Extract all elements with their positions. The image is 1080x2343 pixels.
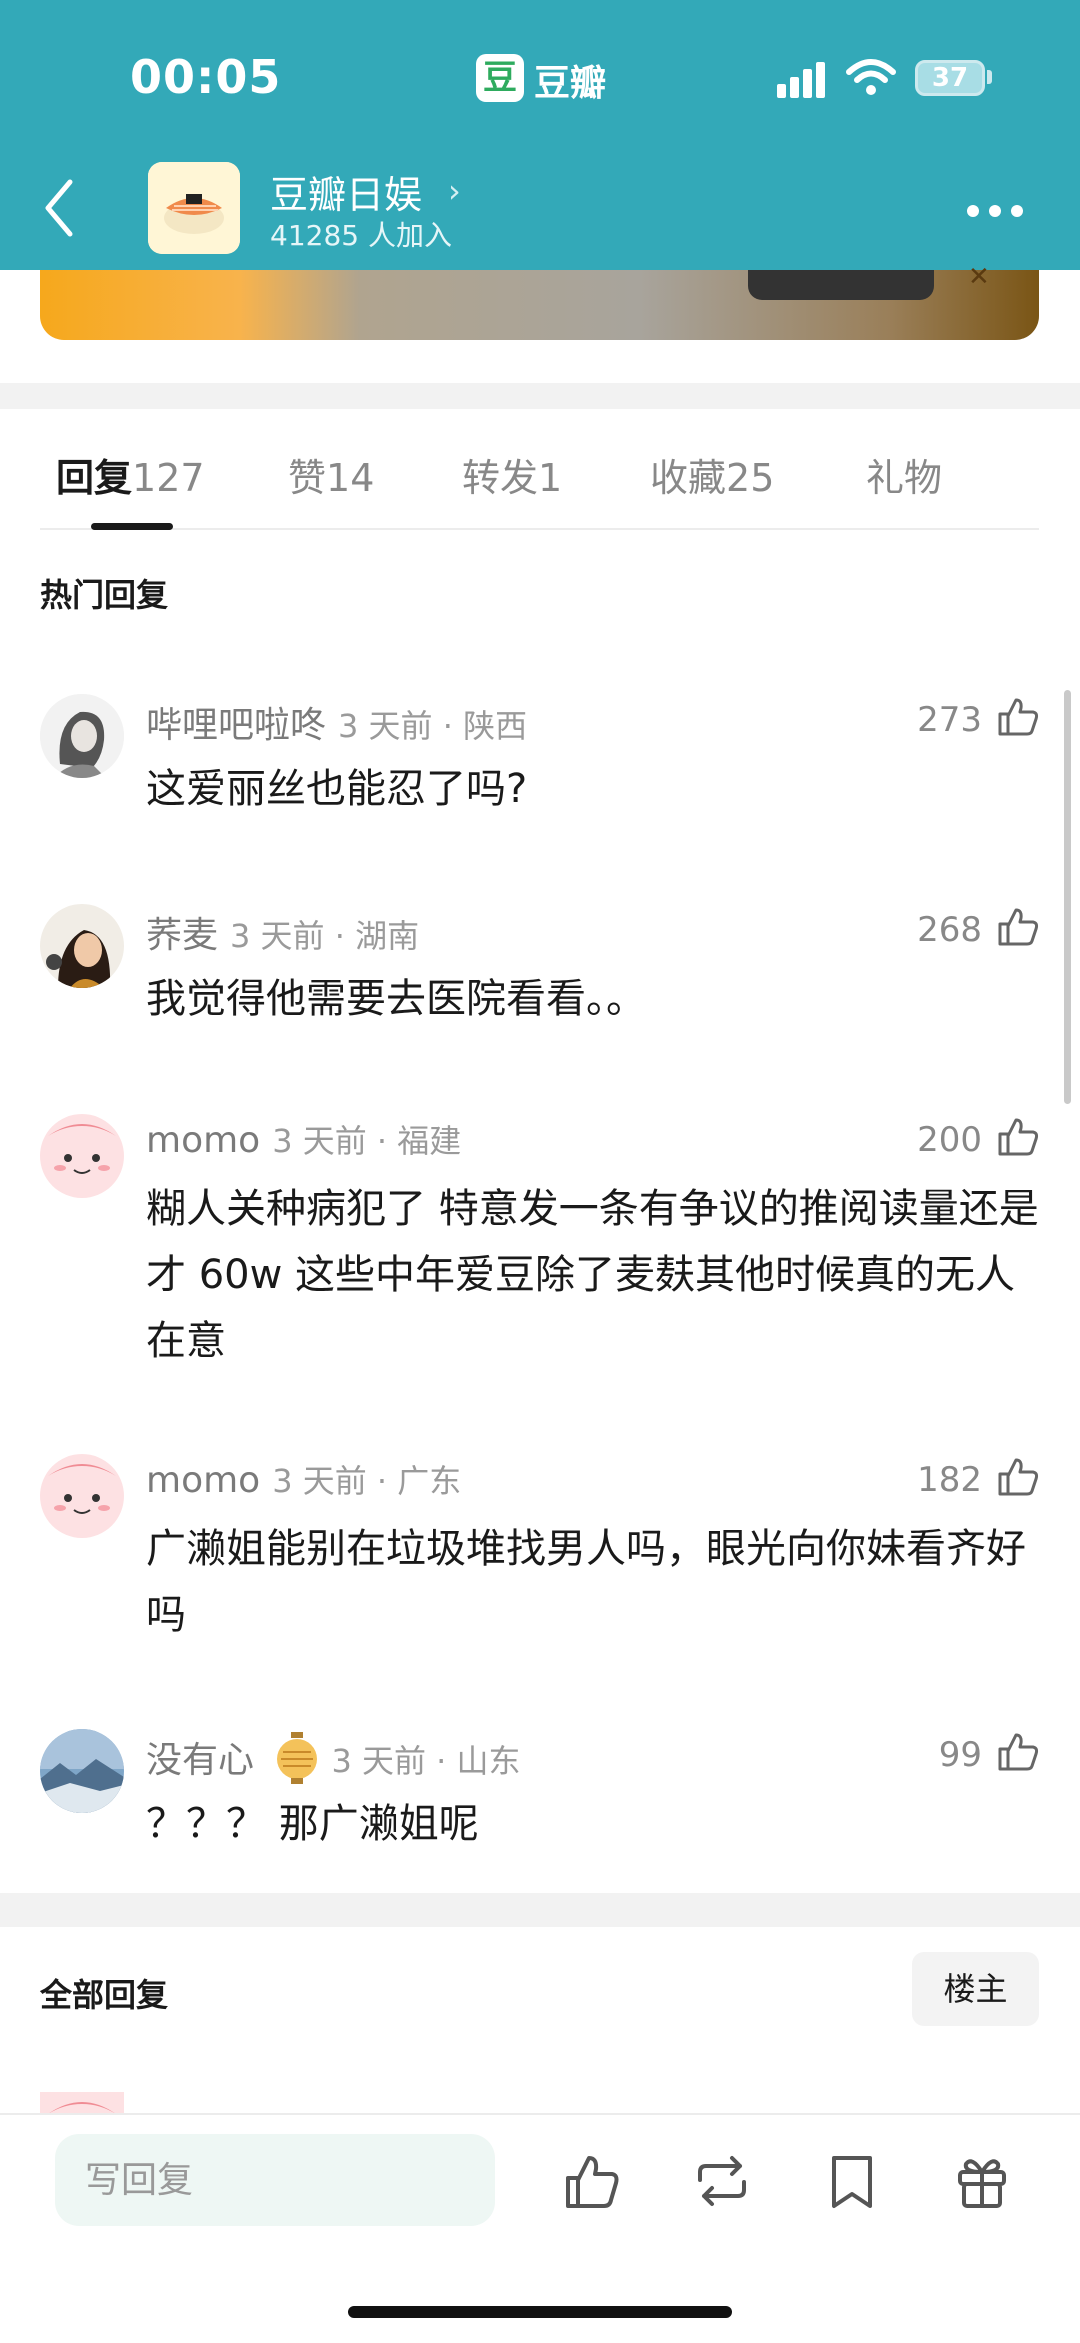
- thumb-up-icon[interactable]: [996, 694, 1040, 738]
- like-count: 268: [917, 910, 982, 950]
- back-icon[interactable]: [40, 176, 80, 240]
- avatar-image: [40, 1729, 124, 1813]
- username[interactable]: momo: [146, 1120, 260, 1161]
- app-name: 豆瓣: [534, 63, 607, 104]
- repost-icon[interactable]: [692, 2150, 752, 2212]
- avatar-image: [40, 1114, 124, 1198]
- comment-meta: 3 天前 · 广东: [272, 1462, 462, 1500]
- thumb-up-icon[interactable]: [996, 904, 1040, 948]
- battery-indicator: 37: [915, 60, 985, 96]
- comment-username[interactable]: 没有心 3 天前 · 山东: [146, 1731, 521, 1784]
- avatar[interactable]: [40, 904, 124, 988]
- comment-meta: 3 天前 · 陕西: [338, 707, 528, 745]
- tab-count: 14: [326, 456, 375, 500]
- username[interactable]: 荞麦: [146, 915, 218, 956]
- avatar[interactable]: [40, 694, 124, 778]
- battery-level: 37: [931, 63, 969, 93]
- battery-tip: [987, 70, 992, 84]
- comment-username[interactable]: 荞麦 3 天前 · 湖南: [146, 906, 419, 958]
- tab-likes[interactable]: 赞14: [288, 447, 374, 502]
- thumb-up-icon[interactable]: [562, 2150, 622, 2212]
- hot-replies-title: 热门回复: [40, 576, 169, 614]
- bookmark-icon[interactable]: [822, 2150, 882, 2212]
- section-divider: [0, 1893, 1080, 1927]
- wifi-icon: [846, 59, 896, 95]
- scrollbar[interactable]: [1064, 690, 1071, 1104]
- tab-label: 回复: [56, 456, 133, 500]
- group-member-count: 41285 人加入: [270, 219, 452, 252]
- tab-reposts[interactable]: 转发1: [462, 447, 562, 502]
- chevron-right-icon[interactable]: ›: [448, 172, 461, 210]
- tab-replies[interactable]: 回复127: [56, 447, 205, 502]
- thumb-up-icon[interactable]: [996, 1114, 1040, 1158]
- tab-active-indicator: [91, 523, 173, 530]
- more-icon[interactable]: [965, 195, 1025, 225]
- tab-label: 礼物: [866, 456, 943, 500]
- lantern-icon: [277, 1732, 318, 1784]
- sushi-icon: [148, 162, 240, 254]
- comment-username[interactable]: momo 3 天前 · 广东: [146, 1456, 461, 1502]
- thumb-up-icon[interactable]: [996, 1454, 1040, 1498]
- tab-divider: [40, 528, 1039, 530]
- tab-count: 25: [726, 456, 775, 500]
- avatar-image: [40, 904, 124, 988]
- like-count: 99: [938, 1735, 982, 1775]
- like-count: 273: [917, 700, 982, 740]
- tab-count: 127: [132, 456, 205, 500]
- reply-input[interactable]: [55, 2134, 495, 2226]
- comment-text: 我觉得他需要去医院看看。。: [146, 976, 646, 1022]
- username[interactable]: 哔哩吧啦咚: [146, 705, 326, 746]
- tab-count: 1: [538, 456, 563, 500]
- comment-meta: 3 天前 · 福建: [272, 1122, 462, 1160]
- comment-meta: 3 天前 · 湖南: [230, 917, 420, 955]
- avatar-image: [40, 2092, 124, 2114]
- gift-icon[interactable]: [952, 2150, 1012, 2212]
- thumb-up-icon[interactable]: [996, 1729, 1040, 1773]
- group-name[interactable]: 豆瓣日娱: [270, 164, 422, 219]
- signal-icon: [777, 62, 825, 98]
- tab-label: 收藏: [650, 456, 727, 500]
- comment-text: ？？？ 那广濑姐呢: [146, 1801, 479, 1847]
- tab-label: 转发: [462, 456, 539, 500]
- comment-username[interactable]: 哔哩吧啦咚 3 天前 · 陕西: [146, 696, 527, 748]
- avatar[interactable]: [40, 1114, 124, 1198]
- tab-gifts[interactable]: 礼物: [866, 447, 942, 502]
- comment-text: 糊人关种病犯了 特意发一条有争议的推阅读量还是才 60w 这些中年爱豆除了麦麸其…: [146, 1186, 1039, 1364]
- all-replies-title: 全部回复: [40, 1976, 169, 2014]
- douban-logo-icon: 豆: [476, 54, 524, 102]
- avatar[interactable]: [40, 1454, 124, 1538]
- avatar-image: [40, 694, 124, 778]
- avatar: [40, 2092, 124, 2114]
- tab-label: 赞: [288, 456, 327, 500]
- username[interactable]: 没有心: [146, 1740, 254, 1781]
- ad-download-button[interactable]: [748, 270, 934, 300]
- avatar[interactable]: [40, 1729, 124, 1813]
- tab-collections[interactable]: 收藏25: [650, 447, 774, 502]
- group-avatar[interactable]: [148, 162, 240, 254]
- username[interactable]: momo: [146, 1460, 260, 1501]
- like-count: 182: [917, 1460, 982, 1500]
- comment-meta: 3 天前 · 山东: [331, 1742, 521, 1780]
- avatar-image: [40, 1454, 124, 1538]
- close-icon[interactable]: ✕: [968, 262, 990, 292]
- status-time: 00:05: [130, 50, 282, 104]
- home-indicator: [348, 2306, 732, 2318]
- section-divider: [0, 383, 1080, 409]
- like-count: 200: [917, 1120, 982, 1160]
- comment-username[interactable]: momo 3 天前 · 福建: [146, 1116, 461, 1162]
- comment-text: 广濑姐能别在垃圾堆找男人吗，眼光向你妹看齐好吗: [146, 1526, 1026, 1638]
- op-only-button[interactable]: 楼主: [912, 1952, 1039, 2026]
- comment-text: 这爱丽丝也能忍了吗?: [146, 766, 528, 812]
